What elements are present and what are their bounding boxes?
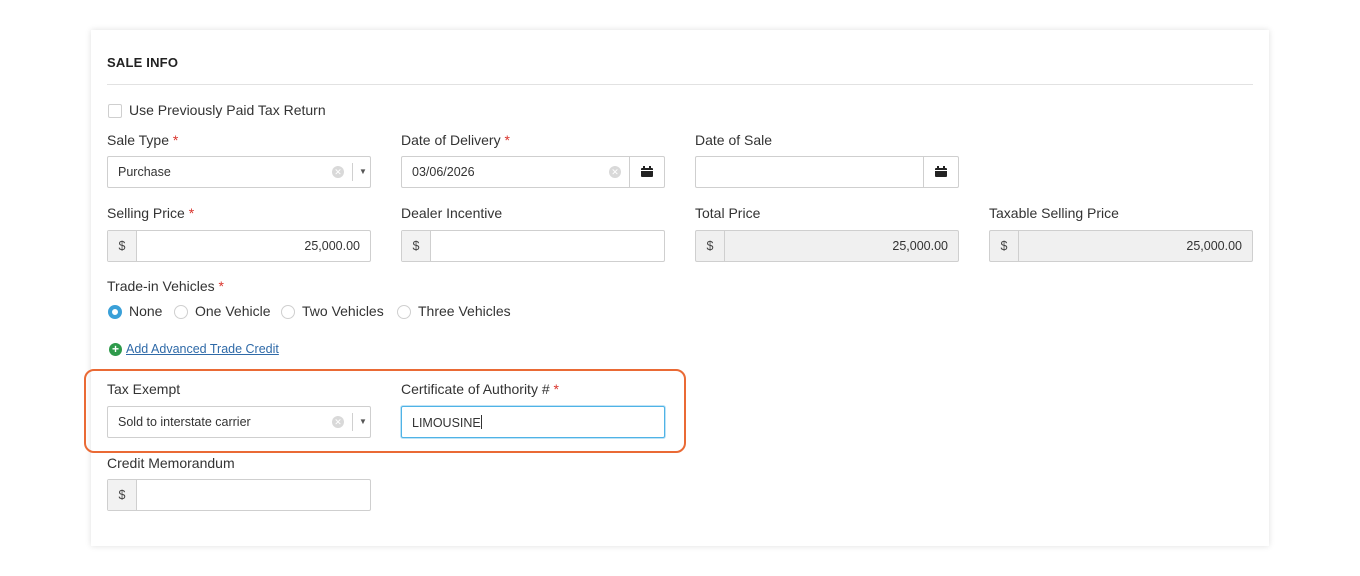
section-divider [107,84,1253,85]
section-title: SALE INFO [107,55,179,70]
calendar-button[interactable] [629,157,664,187]
annotation-highlight-box [84,369,686,453]
sale-type-value: Purchase [118,165,171,179]
radio-one-vehicle-label: One Vehicle [195,303,271,319]
taxable-selling-price-value: 25,000.00 [1186,239,1242,253]
dealer-incentive-label: Dealer Incentive [401,205,503,221]
sale-type-select[interactable]: Purchase ✕ ▼ [107,156,371,188]
radio-two-vehicles[interactable] [281,305,295,319]
use-prev-tax-label: Use Previously Paid Tax Return [129,102,326,118]
dealer-incentive-input[interactable]: $ [401,230,665,262]
taxable-selling-price-label: Taxable Selling Price [989,205,1119,221]
currency-addon: $ [990,231,1019,261]
radio-none-label: None [129,303,163,319]
total-price-value: 25,000.00 [892,239,948,253]
date-of-sale-input[interactable] [695,156,959,188]
taxable-selling-price-input: $ 25,000.00 [989,230,1253,262]
credit-memorandum-label: Credit Memorandum [107,455,235,471]
clear-icon[interactable]: ✕ [609,166,621,178]
credit-memorandum-input[interactable]: $ [107,479,371,511]
total-price-input: $ 25,000.00 [695,230,959,262]
radio-none[interactable] [108,305,122,319]
total-price-label: Total Price [695,205,761,221]
plus-circle-icon[interactable]: + [109,343,122,356]
sale-info-card: SALE INFO Use Previously Paid Tax Return… [91,30,1269,546]
chevron-down-icon[interactable]: ▼ [359,167,367,176]
use-prev-tax-checkbox[interactable] [108,104,122,118]
radio-three-vehicles-label: Three Vehicles [418,303,511,319]
select-separator [352,163,353,181]
sale-type-label: Sale Type * [107,132,179,148]
selling-price-label: Selling Price * [107,205,195,221]
currency-addon: $ [696,231,725,261]
selling-price-value: 25,000.00 [304,239,360,253]
radio-three-vehicles[interactable] [397,305,411,319]
radio-two-vehicles-label: Two Vehicles [302,303,384,319]
currency-addon: $ [108,480,137,510]
date-of-delivery-value: 03/06/2026 [412,165,475,179]
calendar-icon [935,166,947,177]
clear-icon[interactable]: ✕ [332,166,344,178]
selling-price-input[interactable]: $ 25,000.00 [107,230,371,262]
trade-in-label: Trade-in Vehicles * [107,278,224,294]
date-of-delivery-label: Date of Delivery * [401,132,510,148]
calendar-icon [641,166,653,177]
date-of-delivery-input[interactable]: 03/06/2026 ✕ [401,156,665,188]
radio-one-vehicle[interactable] [174,305,188,319]
currency-addon: $ [402,231,431,261]
currency-addon: $ [108,231,137,261]
add-advanced-trade-credit-link[interactable]: Add Advanced Trade Credit [126,342,279,356]
calendar-button[interactable] [923,157,958,187]
date-of-sale-label: Date of Sale [695,132,773,148]
